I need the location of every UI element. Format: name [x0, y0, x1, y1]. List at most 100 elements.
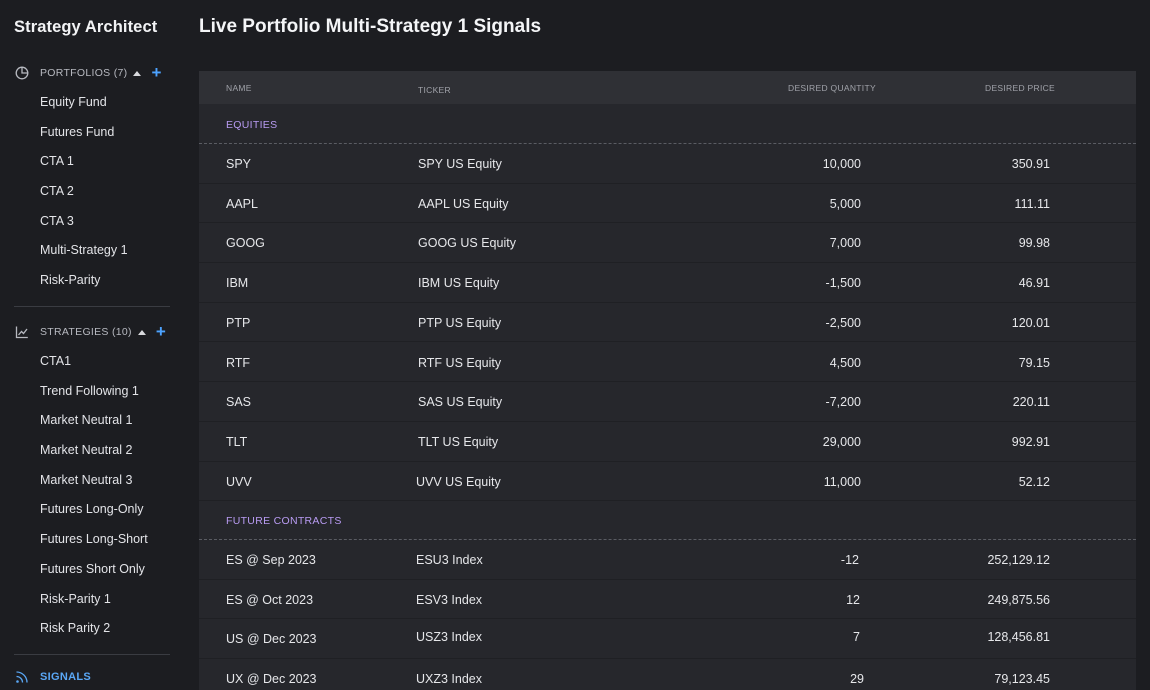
sidebar-item-risk-parity-2[interactable]: Risk Parity 2 — [40, 621, 110, 635]
sidebar-item-trend-following-1[interactable]: Trend Following 1 — [40, 384, 139, 398]
column-header-name[interactable]: NAME — [226, 83, 252, 93]
table-row[interactable]: UVV UVV US Equity 11,000 52.12 — [199, 462, 1136, 502]
collapse-caret-icon[interactable] — [133, 70, 142, 76]
cell-price: 52.12 — [1018, 474, 1050, 489]
cell-price: 220.11 — [1012, 395, 1050, 410]
cell-name: PTP — [226, 315, 251, 330]
cell-price: 350.91 — [1011, 157, 1050, 171]
cell-name: TLT — [226, 434, 248, 449]
cell-price: 111.11 — [1014, 196, 1050, 211]
cell-quantity: 5,000 — [829, 196, 861, 211]
cell-quantity: -2,500 — [825, 315, 861, 330]
add-portfolio-icon[interactable]: + — [151, 64, 161, 81]
cell-ticker: UVV US Equity — [416, 474, 501, 489]
cell-name: ES @ Sep 2023 — [226, 553, 316, 567]
cell-ticker: ESU3 Index — [416, 553, 483, 567]
cell-name: UVV — [226, 474, 252, 489]
cell-price: 128,456.81 — [987, 630, 1050, 645]
cell-price: 120.01 — [1011, 315, 1050, 330]
table-row[interactable]: PTP PTP US Equity -2,500 120.01 — [199, 303, 1136, 343]
column-header-desired-quantity[interactable]: DESIRED QUANTITY — [788, 83, 876, 93]
cell-ticker: USZ3 Index — [416, 630, 483, 645]
app-title: Strategy Architect — [14, 18, 158, 36]
sidebar-divider — [14, 306, 170, 307]
group-label: EQUITIES — [226, 119, 278, 131]
sidebar-item-cta-3[interactable]: CTA 3 — [40, 214, 74, 228]
sidebar-item-signals[interactable]: SIGNALS — [14, 669, 91, 685]
cell-name: SPY — [226, 157, 252, 171]
cell-name: GOOG — [226, 236, 265, 251]
strategies-section-header[interactable]: STRATEGIES (10) + — [14, 322, 174, 342]
sidebar-item-multi-strategy-1[interactable]: Multi-Strategy 1 — [40, 243, 128, 257]
cell-quantity: 12 — [846, 592, 860, 607]
cell-name: IBM — [226, 276, 249, 291]
cell-name: AAPL — [226, 196, 258, 211]
cell-ticker: AAPL US Equity — [418, 196, 509, 211]
cell-name: US @ Dec 2023 — [226, 632, 317, 647]
cell-quantity: -12 — [840, 553, 859, 567]
sidebar-divider — [14, 654, 170, 655]
cell-quantity: -7,200 — [825, 395, 861, 410]
table-row[interactable]: AAPL AAPL US Equity 5,000 111.11 — [199, 184, 1136, 224]
sidebar-item-risk-parity-1[interactable]: Risk-Parity 1 — [40, 592, 111, 606]
sidebar-item-equity-fund[interactable]: Equity Fund — [40, 95, 107, 109]
sidebar: Strategy Architect PORTFOLIOS (7) + Equi… — [0, 0, 184, 690]
sidebar-item-risk-parity[interactable]: Risk-Parity — [40, 273, 100, 287]
table-row[interactable]: US @ Dec 2023 USZ3 Index 7 128,456.81 — [199, 619, 1136, 660]
portfolios-section-header[interactable]: PORTFOLIOS (7) + — [14, 63, 174, 83]
cell-price: 79,123.45 — [994, 672, 1050, 687]
cell-quantity: 11,000 — [823, 474, 861, 489]
sidebar-item-market-neutral-3[interactable]: Market Neutral 3 — [40, 473, 132, 487]
cell-price: 99.98 — [1018, 236, 1050, 251]
table-row[interactable]: ES @ Oct 2023 ESV3 Index 12 249,875.56 — [199, 580, 1136, 620]
cell-name: SAS — [226, 395, 252, 410]
sidebar-item-market-neutral-2[interactable]: Market Neutral 2 — [40, 443, 132, 457]
cell-quantity: 4,500 — [829, 355, 861, 370]
table-row[interactable]: RTF RTF US Equity 4,500 79.15 — [199, 343, 1136, 383]
group-header-equities: EQUITIES — [199, 104, 1136, 144]
cell-ticker: IBM US Equity — [418, 276, 500, 291]
column-header-desired-price[interactable]: DESIRED PRICE — [985, 83, 1055, 93]
sidebar-item-cta-1[interactable]: CTA 1 — [40, 154, 74, 168]
portfolios-label: PORTFOLIOS (7) — [40, 67, 128, 79]
signals-label: SIGNALS — [40, 671, 91, 683]
cell-name: UX @ Dec 2023 — [226, 672, 317, 687]
strategies-label: STRATEGIES (10) — [40, 326, 132, 338]
column-header-ticker[interactable]: TICKER — [418, 85, 451, 95]
sidebar-item-futures-long-only[interactable]: Futures Long-Only — [40, 502, 144, 516]
table-row[interactable]: SPY SPY US Equity 10,000 350.91 — [199, 144, 1136, 184]
cell-price: 46.91 — [1018, 276, 1050, 291]
sidebar-item-cta-2[interactable]: CTA 2 — [40, 184, 74, 198]
collapse-caret-icon[interactable] — [137, 329, 146, 335]
table-row[interactable]: TLT TLT US Equity 29,000 992.91 — [199, 422, 1136, 462]
sidebar-item-futures-fund[interactable]: Futures Fund — [40, 125, 114, 139]
table-row[interactable]: ES @ Sep 2023 ESU3 Index -12 252,129.12 — [199, 540, 1136, 580]
sidebar-item-market-neutral-1[interactable]: Market Neutral 1 — [40, 413, 132, 427]
group-label: FUTURE CONTRACTS — [226, 515, 342, 527]
cell-name: ES @ Oct 2023 — [226, 592, 314, 607]
table-row[interactable]: UX @ Dec 2023 UXZ3 Index 29 79,123.45 — [199, 659, 1136, 690]
cell-price: 79.15 — [1018, 355, 1050, 370]
page-title: Live Portfolio Multi-Strategy 1 Signals — [199, 16, 542, 37]
table-row[interactable]: GOOG GOOG US Equity 7,000 99.98 — [199, 223, 1136, 264]
cell-price: 252,129.12 — [987, 553, 1050, 567]
table-header: NAME TICKER DESIRED QUANTITY DESIRED PRI… — [199, 71, 1136, 104]
cell-quantity: 29,000 — [822, 434, 861, 449]
cell-quantity: -1,500 — [825, 276, 861, 291]
cell-quantity: 7,000 — [829, 236, 861, 251]
sidebar-item-futures-long-short[interactable]: Futures Long-Short — [40, 532, 148, 546]
sidebar-item-futures-short-only[interactable]: Futures Short Only — [40, 562, 145, 576]
cell-ticker: PTP US Equity — [418, 315, 502, 330]
cell-quantity: 7 — [853, 630, 860, 645]
cell-ticker: UXZ3 Index — [416, 672, 483, 687]
sidebar-item-cta1[interactable]: CTA1 — [40, 354, 71, 368]
cell-name: RTF — [226, 355, 251, 370]
cell-quantity: 29 — [850, 672, 864, 687]
table-row[interactable]: SAS SAS US Equity -7,200 220.11 — [199, 382, 1136, 422]
pie-chart-icon — [14, 65, 30, 81]
cell-price: 249,875.56 — [987, 592, 1050, 607]
add-strategy-icon[interactable]: + — [156, 323, 166, 340]
rss-icon — [14, 669, 30, 685]
table-row[interactable]: IBM IBM US Equity -1,500 46.91 — [199, 263, 1136, 303]
signals-table: NAME TICKER DESIRED QUANTITY DESIRED PRI… — [199, 71, 1136, 690]
